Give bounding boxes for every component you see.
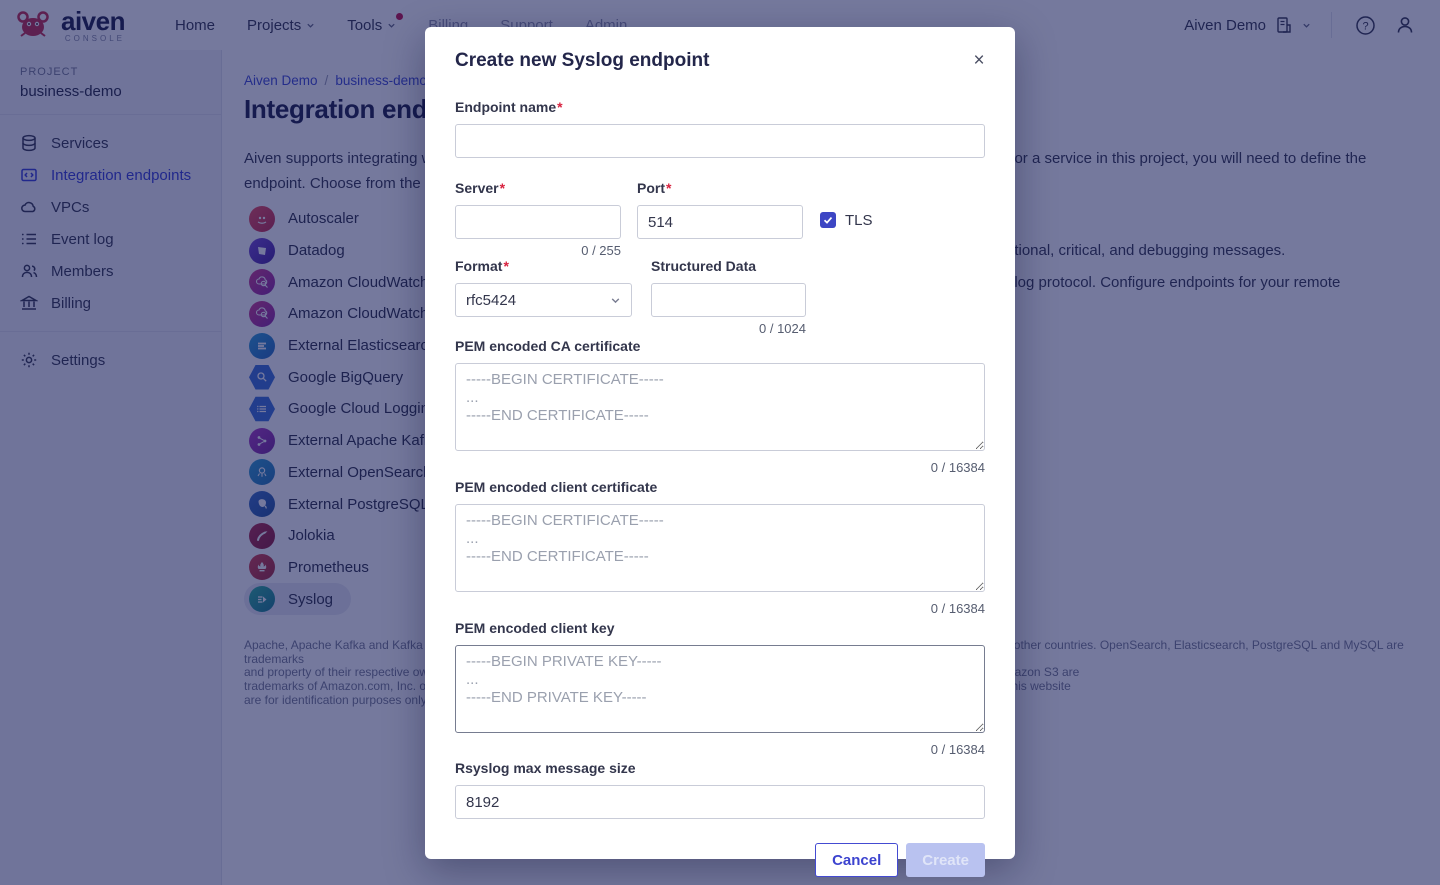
chevron-down-icon bbox=[610, 295, 621, 306]
client-key-char-counter: 0 / 16384 bbox=[455, 742, 985, 757]
tls-checkbox[interactable] bbox=[820, 212, 836, 228]
client-certificate-char-counter: 0 / 16384 bbox=[455, 601, 985, 616]
structured-data-input[interactable] bbox=[651, 283, 806, 317]
format-select[interactable]: rfc5424 bbox=[455, 283, 632, 317]
client-certificate-label: PEM encoded client certificate bbox=[455, 479, 985, 495]
port-label: Port* bbox=[637, 180, 803, 196]
create-syslog-endpoint-modal: Create new Syslog endpoint × Endpoint na… bbox=[425, 27, 1015, 859]
required-asterisk: * bbox=[503, 258, 508, 274]
cancel-button[interactable]: Cancel bbox=[815, 843, 898, 877]
required-asterisk: * bbox=[666, 180, 671, 196]
structured-data-char-counter: 0 / 1024 bbox=[651, 321, 806, 336]
client-certificate-textarea[interactable] bbox=[455, 504, 985, 592]
required-asterisk: * bbox=[500, 180, 505, 196]
max-message-size-input[interactable] bbox=[455, 785, 985, 819]
server-char-counter: 0 / 255 bbox=[455, 243, 621, 258]
server-input[interactable] bbox=[455, 205, 621, 239]
client-key-textarea[interactable] bbox=[455, 645, 985, 733]
required-asterisk: * bbox=[557, 99, 562, 115]
ca-certificate-textarea[interactable] bbox=[455, 363, 985, 451]
endpoint-name-label: Endpoint name* bbox=[455, 99, 985, 115]
port-input[interactable] bbox=[637, 205, 803, 239]
modal-title: Create new Syslog endpoint bbox=[455, 50, 985, 72]
check-icon bbox=[823, 215, 833, 225]
structured-data-label: Structured Data bbox=[651, 258, 806, 274]
client-key-label: PEM encoded client key bbox=[455, 620, 985, 636]
create-button[interactable]: Create bbox=[906, 843, 985, 877]
ca-certificate-label: PEM encoded CA certificate bbox=[455, 338, 985, 354]
close-icon[interactable]: × bbox=[965, 47, 993, 75]
server-label: Server* bbox=[455, 180, 621, 196]
format-selected-value: rfc5424 bbox=[466, 292, 516, 309]
tls-label: TLS bbox=[845, 212, 873, 229]
endpoint-name-input[interactable] bbox=[455, 124, 985, 158]
max-message-size-label: Rsyslog max message size bbox=[455, 760, 985, 776]
format-label: Format* bbox=[455, 258, 632, 274]
ca-certificate-char-counter: 0 / 16384 bbox=[455, 460, 985, 475]
